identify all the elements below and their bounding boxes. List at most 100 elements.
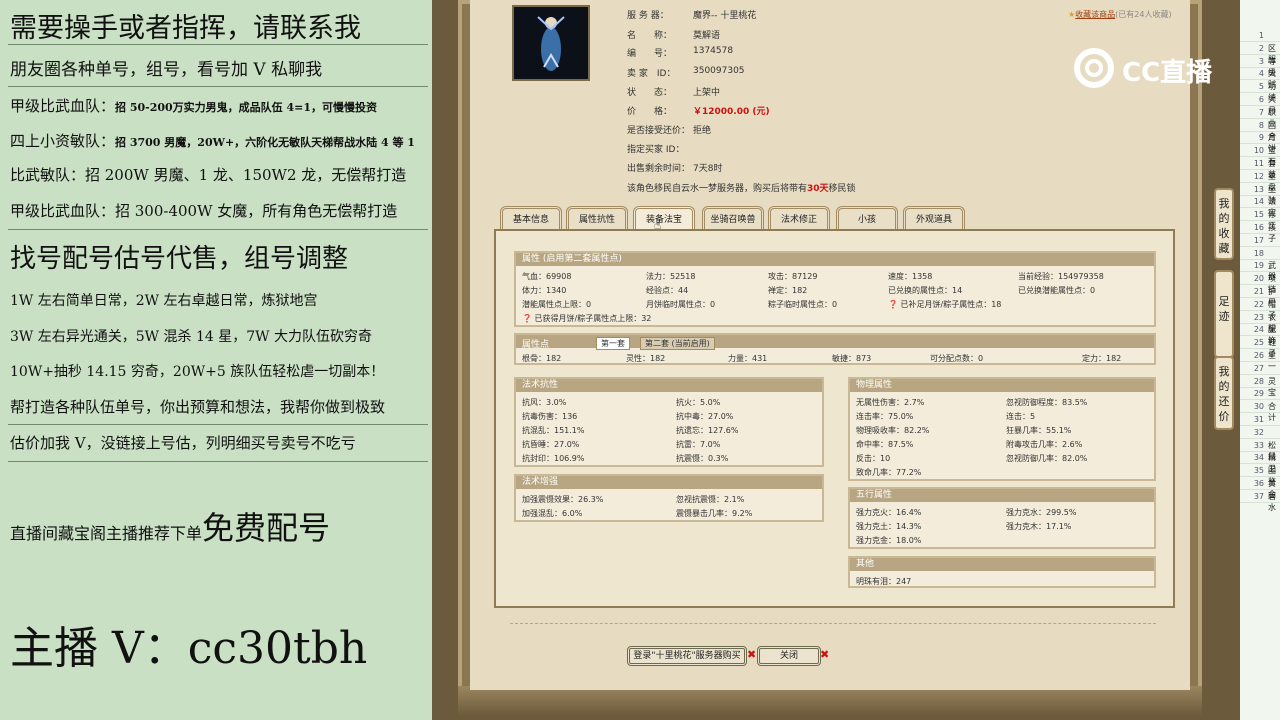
- sheet-row[interactable]: 29: [1240, 388, 1280, 401]
- sheet-row-number: 9: [1258, 133, 1264, 143]
- migration-note: 该角色移民自云水一梦服务器，购买后将带有30天移民锁: [627, 181, 856, 194]
- remain-value: 7天8时: [693, 164, 723, 174]
- my-favorites-button[interactable]: 我的收藏: [1214, 188, 1234, 260]
- name-value: 莫解语: [693, 31, 721, 41]
- sheet-row[interactable]: 30 合计: [1240, 401, 1280, 422]
- overlay-line-4: 四上小资敏队：招 3700 男魔，20W+，六阶化无敏队天梯帮战水陆 4 等 1: [10, 130, 415, 151]
- state-value: 上架中: [693, 88, 721, 98]
- cc-live-logo: CC直播: [1072, 46, 1240, 90]
- sheet-row[interactable]: 20 项链: [1240, 273, 1280, 294]
- sheet-row[interactable]: 19 武器: [1240, 260, 1280, 281]
- sheet-row[interactable]: 32: [1240, 427, 1280, 439]
- resist-cell: 抗毒伤害：136: [522, 412, 578, 421]
- tab-equipment[interactable]: 装备法宝: [633, 206, 695, 230]
- sheet-row[interactable]: 5 功绩: [1240, 81, 1280, 102]
- sheet-row[interactable]: 26 星一: [1240, 350, 1280, 371]
- tab-mount-summon[interactable]: 坐骑召唤兽: [702, 206, 764, 230]
- attr-cell: 法力：52518: [646, 272, 696, 281]
- sheet-row-number: 5: [1258, 82, 1264, 92]
- resist-cell: 抗中毒：27.0%: [676, 412, 734, 421]
- migration-note-days: 30天: [807, 184, 829, 194]
- sheet-row[interactable]: 11 套装: [1240, 158, 1280, 179]
- points-tab-2[interactable]: 第二套 (当前启用): [640, 337, 715, 350]
- sheet-row[interactable]: 34 精卫: [1240, 452, 1280, 473]
- login-buy-button[interactable]: 登录"十里桃花"服务器购买: [627, 646, 747, 666]
- points-cell: 力量：431: [728, 354, 768, 363]
- overlay-line-11: 帮打造各种队伍单号，你出预算和想法，我帮你做到极致: [10, 398, 386, 416]
- sheet-row[interactable]: 31: [1240, 414, 1280, 426]
- sheet-row[interactable]: 1: [1240, 30, 1280, 42]
- sheet-row-number: 17: [1253, 235, 1264, 245]
- points-section: 属性点 第一套 第二套 (当前启用) 根骨：182 灵性：182 力量：431 …: [514, 333, 1156, 365]
- phys-cell: 狂暴几率：55.1%: [1006, 426, 1072, 435]
- sheet-row[interactable]: 24 配饰: [1240, 324, 1280, 345]
- attr-cell-extra: ❓ 已获得月饼/粽子属性点上限：32: [522, 314, 652, 323]
- tab-basic-info[interactable]: 基本信息: [500, 206, 562, 230]
- points-cell: 灵性：182: [626, 354, 666, 363]
- tab-appearance[interactable]: 外观道具: [903, 206, 965, 230]
- tab-spell-mod[interactable]: 法术修正: [768, 206, 830, 230]
- sheet-row[interactable]: 25 鞋子: [1240, 337, 1280, 358]
- sheet-row[interactable]: 9 月饼: [1240, 132, 1280, 153]
- sheet-row[interactable]: 7 职业: [1240, 107, 1280, 128]
- sheet-row[interactable]: 27: [1240, 363, 1280, 375]
- overlay-line-8: 1W 左右简单日常，2W 左右卓越日常，炼狱地宫: [10, 293, 318, 309]
- attribute-title: 属性 (启用第二套属性点): [516, 253, 1154, 266]
- sheet-row[interactable]: 21 护甲: [1240, 286, 1280, 307]
- other-section: 其他 明珠有泪：247: [848, 556, 1156, 588]
- sheet-row-number: 35: [1253, 466, 1264, 476]
- overlay-line-1: 需要操手或者指挥，请联系我: [10, 13, 361, 44]
- sheet-row[interactable]: 23 衣服: [1240, 312, 1280, 333]
- enhance-section: 法术增强 加强震慑效果：26.3% 忽视抗震慑：2.1% 加强混乱：6.0% 震…: [514, 474, 824, 522]
- favorite-area: ★收藏该商品(已有24人收藏): [1068, 9, 1172, 20]
- sheet-row[interactable]: 33 松鼠: [1240, 440, 1280, 461]
- sheet-row[interactable]: 37 碧水: [1240, 491, 1280, 512]
- sheet-row[interactable]: 4 天赋: [1240, 68, 1280, 89]
- phys-cell: 忽视防御程度：83.5%: [1006, 398, 1088, 407]
- sheet-row[interactable]: 16 孩子: [1240, 222, 1280, 243]
- sheet-row[interactable]: 18: [1240, 248, 1280, 260]
- attr-cell: 潜能属性点上限：0: [522, 300, 592, 309]
- sheet-row[interactable]: 13 坐骑: [1240, 184, 1280, 205]
- close-button[interactable]: 关闭: [757, 646, 821, 666]
- sheet-cell[interactable]: 碧水: [1268, 491, 1280, 513]
- phys-cell: 附毒攻击几率：2.6%: [1006, 440, 1083, 449]
- points-cell: 敏捷：873: [832, 354, 872, 363]
- sheet-row[interactable]: 8 回合: [1240, 120, 1280, 141]
- sheet-row[interactable]: 17: [1240, 235, 1280, 247]
- overlay-line-2: 朋友圈各种单号，组号，看号加 V 私聊我: [10, 60, 323, 80]
- sheet-row[interactable]: 6 大月: [1240, 94, 1280, 115]
- sheet-row-number: 32: [1253, 427, 1264, 437]
- overlay-line-3-body: 招 50-200万实力男鬼，成品队伍 4=1，可慢慢投资: [115, 101, 378, 114]
- cc-live-logo-text: CC直播: [1122, 58, 1213, 88]
- points-cell: 定力：182: [1082, 354, 1122, 363]
- tab-attr-resist[interactable]: 属性抗性: [566, 206, 628, 230]
- sheet-row[interactable]: 36 黄金: [1240, 478, 1280, 499]
- sheet-row[interactable]: 35 图鉴: [1240, 465, 1280, 486]
- physical-title: 物理属性: [850, 379, 1154, 392]
- footprint-button[interactable]: 足迹: [1214, 270, 1234, 358]
- sheet-row-number: 14: [1253, 197, 1264, 207]
- favorite-link[interactable]: 收藏该商品: [1075, 10, 1115, 19]
- price-value: ￥12000.00 (元): [693, 107, 770, 117]
- sheet-row[interactable]: 28 灵宝: [1240, 376, 1280, 397]
- phys-cell: 物理吸收率：82.2%: [856, 426, 930, 435]
- sheet-row[interactable]: 15 修正: [1240, 209, 1280, 230]
- footprint-label: 足迹: [1218, 295, 1230, 323]
- seller-label: 卖 家 ID：: [627, 69, 676, 79]
- sheet-row[interactable]: 22 帽子: [1240, 299, 1280, 320]
- sheet-row[interactable]: 3 等级: [1240, 56, 1280, 77]
- sheet-row[interactable]: 2 区服: [1240, 43, 1280, 64]
- sheet-row-number: 37: [1253, 491, 1264, 501]
- sheet-row[interactable]: 10 宝石: [1240, 145, 1280, 166]
- my-bargain-button[interactable]: 我的还价: [1214, 356, 1234, 430]
- resist-cell: 抗遗忘：127.6%: [676, 426, 739, 435]
- sheet-row[interactable]: 12 星盘: [1240, 171, 1280, 192]
- tab-child[interactable]: 小孩: [836, 206, 898, 230]
- sheet-row[interactable]: 14 法宝: [1240, 196, 1280, 217]
- sheet-row-number: 31: [1253, 415, 1264, 424]
- favorite-count: (已有24人收藏): [1115, 10, 1172, 19]
- points-tab-1[interactable]: 第一套: [596, 337, 630, 350]
- enhance-title: 法术增强: [516, 476, 822, 489]
- spreadsheet-edge: 1 2 区服 3 等级 4 天赋 5 功绩 6 大月 7 职业 8 回合 9 月饼 10 宝石 11 套装 12 星盘 13 坐…: [1240, 0, 1280, 720]
